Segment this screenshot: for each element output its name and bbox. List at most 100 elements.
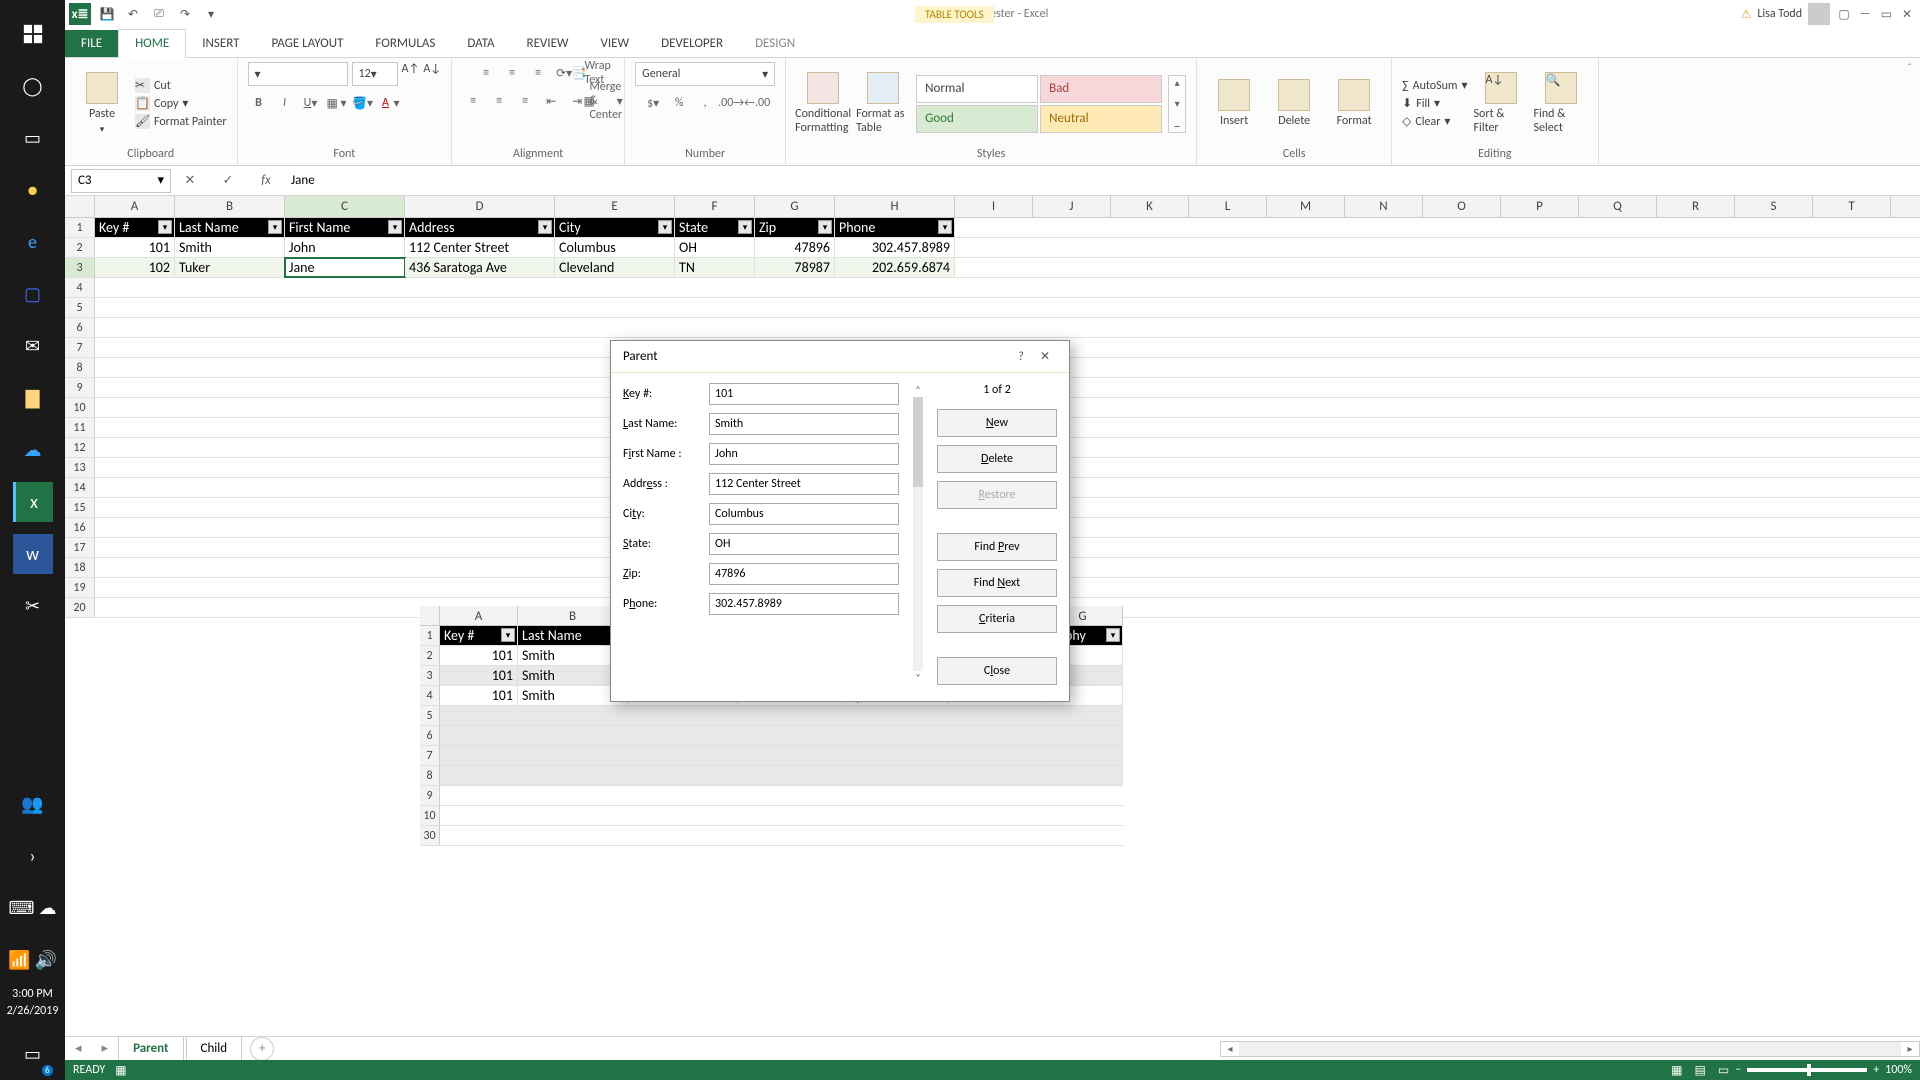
format-cells-button[interactable]: Format [1327, 66, 1381, 142]
user-name[interactable]: Lisa Todd [1757, 7, 1802, 21]
tab-page-layout[interactable]: PAGE LAYOUT [256, 30, 360, 57]
field-input[interactable] [709, 383, 899, 405]
tab-design[interactable]: DESIGN [739, 30, 811, 57]
formula-input[interactable]: Jane [285, 173, 1914, 188]
taskbar-clock[interactable]: 3:00 PM2/26/2019 [7, 986, 59, 1020]
find-select-button[interactable]: 🔍Find & Select [1534, 66, 1588, 142]
number-format-select[interactable]: General▾ [635, 62, 775, 86]
italic-button[interactable]: I [274, 92, 296, 114]
field-input[interactable] [709, 563, 899, 585]
criteria-button[interactable]: Criteria [937, 605, 1057, 633]
add-sheet-button[interactable]: + [250, 1037, 274, 1061]
increase-font-icon[interactable]: A↑ [402, 62, 420, 86]
undo-icon[interactable]: ↶ [123, 4, 143, 24]
explorer-icon[interactable]: ▇ [13, 378, 53, 418]
word-icon[interactable]: w [13, 534, 53, 574]
decrease-font-icon[interactable]: A↓ [423, 62, 441, 86]
tray-icons-2[interactable]: 📶🔊 [13, 940, 53, 980]
enter-fx-icon[interactable]: ✓ [217, 173, 239, 188]
store-icon[interactable]: ▢ [13, 274, 53, 314]
view-buttons[interactable]: ▦▤▭ [1665, 1063, 1735, 1078]
start-icon[interactable] [13, 14, 53, 54]
sheet-nav-prev[interactable]: ◂ [65, 1041, 92, 1056]
cortana-icon[interactable]: ◯ [13, 66, 53, 106]
delete-button[interactable]: Delete [937, 445, 1057, 473]
close-button[interactable]: Close [937, 657, 1057, 685]
fill-button[interactable]: ⬇ Fill ▾ [1402, 96, 1467, 111]
macro-record-icon[interactable]: ▦ [115, 1063, 126, 1078]
qa-more-icon[interactable]: ▾ [201, 4, 221, 24]
decrease-decimal-button[interactable]: ←.00 [746, 92, 768, 114]
delete-cells-button[interactable]: Delete [1267, 66, 1321, 142]
increase-decimal-button[interactable]: .00→ [720, 92, 742, 114]
maximize-icon[interactable]: ▭ [1881, 7, 1892, 22]
mail-icon[interactable]: ✉ [13, 326, 53, 366]
tab-insert[interactable]: INSERT [186, 30, 255, 57]
column-headers[interactable]: AB C DE FG H IJ KL MN OP QR ST [65, 196, 1920, 218]
tab-formulas[interactable]: FORMULAS [359, 30, 451, 57]
field-input[interactable] [709, 443, 899, 465]
table-header-row[interactable]: 1 Key #▾ Last Name▾ First Name▾ Address▾… [65, 218, 1920, 238]
dialog-help-icon[interactable]: ? [1009, 350, 1033, 364]
expand-icon[interactable]: › [13, 836, 53, 876]
find-next-button[interactable]: Find Next [937, 569, 1057, 597]
save-icon[interactable]: 💾 [97, 4, 117, 24]
new-button[interactable]: New [937, 409, 1057, 437]
table-row[interactable]: 2 101 Smith John 112 Center Street Colum… [65, 238, 1920, 258]
border-button[interactable]: ▦ ▾ [326, 92, 348, 114]
find-prev-button[interactable]: Find Prev [937, 533, 1057, 561]
field-input[interactable] [709, 533, 899, 555]
tab-data[interactable]: DATA [451, 30, 510, 57]
tray-icons[interactable]: ⌨☁ [13, 888, 53, 928]
field-input[interactable] [709, 413, 899, 435]
tab-view[interactable]: VIEW [585, 30, 646, 57]
sort-filter-button[interactable]: A↓Sort & Filter [1474, 66, 1528, 142]
fill-color-button[interactable]: 🪣▾ [352, 92, 374, 114]
notifications-icon[interactable]: ▭6 [13, 1034, 53, 1074]
excel-taskbar-icon[interactable]: x [13, 482, 53, 522]
conditional-formatting-button[interactable]: Conditional Formatting [796, 66, 850, 142]
tab-review[interactable]: REVIEW [511, 30, 585, 57]
tab-home[interactable]: HOME [118, 29, 186, 58]
name-box[interactable]: C3▾ [71, 169, 171, 193]
styles-scroll[interactable]: ▴▾⎯ [1168, 75, 1186, 133]
people-icon[interactable]: 👥 [13, 784, 53, 824]
onedrive-icon[interactable]: ☁ [13, 430, 53, 470]
copy-button[interactable]: 📋Copy ▾ [135, 96, 227, 111]
format-as-table-button[interactable]: Format as Table [856, 66, 910, 142]
cut-button[interactable]: ✂Cut [135, 78, 227, 93]
sheet-tab-parent[interactable]: Parent [118, 1036, 183, 1062]
chrome-icon[interactable]: ● [13, 170, 53, 210]
cancel-fx-icon[interactable]: ✕ [179, 173, 201, 188]
tab-developer[interactable]: DEVELOPER [645, 30, 739, 57]
font-family-select[interactable]: ▾ [248, 62, 348, 86]
select-all-corner[interactable] [65, 196, 95, 217]
tab-file[interactable]: FILE [65, 30, 118, 57]
zoom-slider[interactable]: −+100% [1735, 1063, 1912, 1077]
format-painter-button[interactable]: 🖌Format Painter [135, 114, 227, 129]
horizontal-scrollbar[interactable]: ◂▸ [1220, 1041, 1920, 1057]
sheet-nav-next[interactable]: ▸ [92, 1041, 119, 1056]
autosum-button[interactable]: ∑ AutoSum ▾ [1402, 78, 1467, 93]
font-size-select[interactable]: 12 ▾ [352, 62, 398, 86]
dialog-scrollbar[interactable]: ˄˅ [909, 383, 927, 685]
close-window-icon[interactable]: ✕ [1902, 7, 1912, 22]
font-color-button[interactable]: A▾ [378, 92, 400, 114]
field-input[interactable] [709, 593, 899, 615]
snip-icon[interactable]: ✂ [13, 586, 53, 626]
collapse-ribbon-icon[interactable]: ˆ [1899, 58, 1920, 165]
merge-center-button[interactable]: ▦ Merge & Center ▾ [592, 90, 614, 112]
fx-icon[interactable]: fx [255, 173, 277, 188]
avatar[interactable] [1808, 3, 1830, 25]
cell-styles-gallery[interactable]: Normal Bad Good Neutral [916, 75, 1162, 133]
dialog-close-icon[interactable]: ✕ [1033, 349, 1057, 364]
bold-button[interactable]: B [248, 92, 270, 114]
table-row[interactable]: 3 102 Tuker Jane 436 Saratoga Ave Clevel… [65, 258, 1920, 278]
minimize-icon[interactable]: — [1860, 7, 1871, 21]
underline-button[interactable]: U ▾ [300, 92, 322, 114]
paste-button[interactable]: Paste▾ [75, 66, 129, 142]
taskview-icon[interactable]: ▭ [13, 118, 53, 158]
touch-icon[interactable]: ⎚ [149, 4, 169, 24]
ribbon-display-icon[interactable]: ▢ [1838, 7, 1849, 22]
redo-icon[interactable]: ↷ [175, 4, 195, 24]
